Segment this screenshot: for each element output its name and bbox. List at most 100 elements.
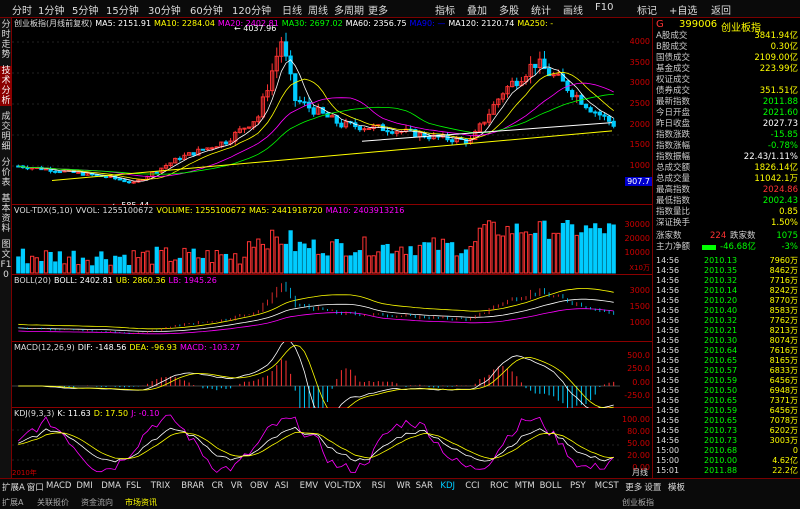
tick-volume: 8165万 <box>769 356 798 365</box>
status-tab-3[interactable]: 市场资讯 <box>125 497 157 508</box>
indicator-tab-10[interactable]: OBV <box>250 481 268 491</box>
left-tab-0[interactable]: 分时走势 <box>0 20 12 60</box>
volume-pane[interactable]: VOL-TDX(5,10) VVOL: 1255100672 VOLUME: 125… <box>12 205 652 275</box>
y-tick: 3000 <box>629 286 650 295</box>
tool-btn-0[interactable]: 指标 <box>435 2 455 17</box>
period-tab-4[interactable]: 30分钟 <box>148 2 181 17</box>
volume-bar <box>463 249 469 274</box>
volume-bar <box>482 224 487 274</box>
tool-btn-1[interactable]: 叠加 <box>467 2 487 17</box>
left-tab-4[interactable]: 基本资料 <box>0 194 12 234</box>
left-tab-2[interactable]: 成交明细 <box>0 112 12 152</box>
status-right: 创业板指 <box>622 498 654 507</box>
tick-row: 14:56 2010.40 8583万 <box>656 306 798 316</box>
indicator-tab-16[interactable]: SAR <box>416 481 433 491</box>
left-tab-1[interactable]: 技术分析 <box>0 66 12 106</box>
tool-btn-8[interactable]: 返回 <box>711 2 731 17</box>
volume-svg <box>16 219 616 274</box>
macd-pane[interactable]: MACD(12,26,9) DIF: -148.56 DEA: -96.93 MACD… <box>12 342 652 408</box>
left-tab-5[interactable]: 图文F10 <box>0 240 12 280</box>
period-tab-3[interactable]: 15分钟 <box>106 2 139 17</box>
candle-body <box>103 175 109 178</box>
candle-body <box>242 127 247 130</box>
chart-area[interactable]: 创业板指(月线前复权) MA5: 2151.91 MA10: 2284.04 MA20… <box>12 18 652 478</box>
candle-body <box>154 171 159 174</box>
period-tab-6[interactable]: 120分钟 <box>232 2 271 17</box>
tool-btn-2[interactable]: 多股 <box>499 2 519 17</box>
indicator-tab-19[interactable]: ROC <box>490 481 509 491</box>
quote-row: 债券成交 351.51亿 <box>656 86 798 97</box>
left-tab-3[interactable]: 分价表 <box>0 158 12 188</box>
indicator-tab-24[interactable]: 更多 <box>625 481 642 493</box>
tool-btn-6[interactable]: 标记 <box>637 2 657 17</box>
indicator-tab-4[interactable]: DMA <box>101 481 121 491</box>
quote-value: 2002.43 <box>762 196 798 206</box>
indicator-tab-3[interactable]: DMI <box>76 481 92 491</box>
tick-volume: 7762万 <box>769 316 798 325</box>
quote-label: 指数量比 <box>656 207 691 217</box>
indicator-tab-14[interactable]: RSI <box>372 481 386 491</box>
period-tab-5[interactable]: 60分钟 <box>190 2 223 17</box>
indicator-tab-5[interactable]: FSL <box>126 481 141 491</box>
tick-volume: 8462万 <box>769 266 798 275</box>
tool-btn-5[interactable]: F10 <box>595 2 613 13</box>
period-tab-1[interactable]: 1分钟 <box>38 2 64 17</box>
logo-g: G <box>656 19 664 30</box>
tick-time: 14:56 <box>656 326 680 335</box>
volume-bar <box>348 255 353 274</box>
main-kline-pane[interactable]: 创业板指(月线前复权) MA5: 2151.91 MA10: 2284.04 MA20… <box>12 18 652 205</box>
candle-body <box>611 120 616 127</box>
indicator-tab-7[interactable]: BRAR <box>181 481 204 491</box>
tick-row: 14:56 2010.59 6456万 <box>656 376 798 386</box>
indicator-tab-17[interactable]: KDJ <box>440 481 455 491</box>
indicator-tab-11[interactable]: ASI <box>275 481 289 491</box>
period-tab-8[interactable]: 周线 <box>308 2 328 17</box>
period-tab-2[interactable]: 5分钟 <box>72 2 98 17</box>
up-label: 涨家数 <box>656 231 682 241</box>
indicator-tab-12[interactable]: EMV <box>300 481 319 491</box>
indicator-tab-15[interactable]: WR <box>396 481 410 491</box>
indicator-tab-20[interactable]: MTM <box>515 481 535 491</box>
indicator-tab-13[interactable]: VOL-TDX <box>324 481 361 491</box>
boll-pane[interactable]: BOLL(20) BOLL: 2402.81 UB: 2860.36 LB: 1945… <box>12 275 652 342</box>
kdj-pane[interactable]: KDJ(9,3,3) K: 11.63 D: 17.50 J: -0.10 100.0… <box>12 408 652 478</box>
period-tab-0[interactable]: 分时 <box>12 2 32 17</box>
indicator-tab-22[interactable]: PSY <box>570 481 586 491</box>
status-tab-1[interactable]: 关联报价 <box>37 497 69 508</box>
indicator-tab-23[interactable]: MCST <box>595 481 619 491</box>
indicator-tab-18[interactable]: CCI <box>465 481 479 491</box>
y-tick: 20000 <box>624 234 650 243</box>
volume-bar <box>196 257 201 274</box>
quote-value: 2011.88 <box>762 97 798 107</box>
indicator-tab-25[interactable]: 设置 <box>644 481 661 493</box>
mode-button[interactable]: 模板 <box>668 481 685 493</box>
candle-body <box>385 130 390 133</box>
period-tab-7[interactable]: 日线 <box>282 2 302 17</box>
indicator-tab-8[interactable]: CR <box>212 481 224 491</box>
volume-bar <box>182 247 187 274</box>
indicator-tab-21[interactable]: BOLL <box>540 481 562 491</box>
volume-bar <box>99 251 104 274</box>
period-tab-9[interactable]: 多周期 <box>334 2 364 17</box>
indicator-tab-2[interactable]: MACD <box>46 481 71 491</box>
indicator-tab-9[interactable]: VR <box>231 481 243 491</box>
volume-bar <box>537 221 542 274</box>
indicator-tab-1[interactable]: 窗口 <box>27 481 44 493</box>
volume-bar <box>413 255 418 274</box>
tool-btn-7[interactable]: +自选 <box>669 2 697 17</box>
status-tab-2[interactable]: 资金流向 <box>81 497 113 508</box>
tool-btn-4[interactable]: 画线 <box>563 2 583 17</box>
period-tab-10[interactable]: 更多 <box>368 2 388 17</box>
volume-bar <box>431 237 436 274</box>
indicator-tab-0[interactable]: 扩展A <box>2 481 25 493</box>
candle-body <box>570 90 575 98</box>
netflow-label: 主力净额 <box>656 242 691 252</box>
volume-bar <box>219 254 224 274</box>
y-tick: 1500 <box>629 140 650 150</box>
volume-bar <box>30 255 35 274</box>
status-tab-0[interactable]: 扩展A <box>2 497 23 508</box>
volume-bar <box>454 255 459 274</box>
tool-btn-3[interactable]: 统计 <box>531 2 551 17</box>
indicator-tab-6[interactable]: TRIX <box>151 481 170 491</box>
tick-volume: 8213万 <box>769 326 798 335</box>
